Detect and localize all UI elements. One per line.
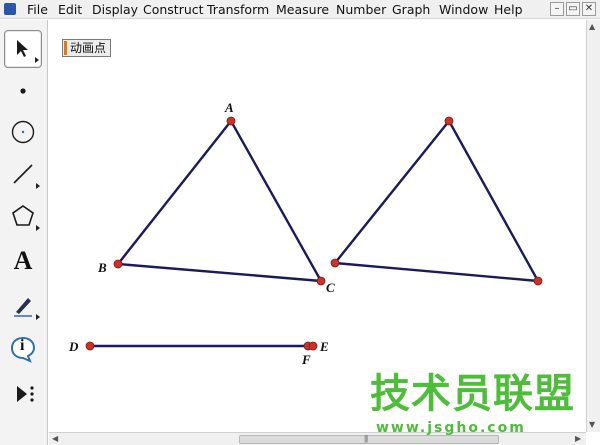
arrow-tool-icon [17, 40, 28, 57]
point-b[interactable] [113, 259, 123, 269]
minimize-button[interactable]: – [550, 2, 564, 16]
polygon-tool[interactable] [4, 197, 42, 235]
point-a[interactable] [226, 116, 236, 126]
close-button[interactable]: ✕ [582, 2, 596, 16]
watermark-url: www.jsgho.com [376, 420, 526, 436]
straightedge-tool-icon [13, 164, 33, 184]
point-tool[interactable] [4, 72, 42, 110]
point-e[interactable] [308, 341, 318, 351]
segment-ab[interactable] [117, 120, 232, 265]
polygon-tool-icon [12, 205, 34, 226]
compass-tool-icon [11, 120, 35, 144]
point-d[interactable] [85, 341, 95, 351]
straightedge-tool[interactable] [4, 155, 42, 193]
label-b[interactable]: B [98, 260, 107, 276]
vertical-scrollbar[interactable]: ▲ ▼ [586, 20, 600, 432]
marker-tool[interactable] [4, 286, 42, 324]
app-icon[interactable] [4, 3, 16, 15]
menu-measure[interactable]: Measure [276, 2, 329, 17]
arrow-tool[interactable] [4, 30, 42, 68]
marker-tool-icon [14, 298, 32, 317]
segment-copy-3[interactable] [334, 261, 539, 283]
point-c[interactable] [316, 276, 326, 286]
menu-graph[interactable]: Graph [392, 2, 430, 17]
segment-bc[interactable] [117, 262, 322, 283]
menu-construct[interactable]: Construct [143, 2, 204, 17]
custom-tool-icon [17, 386, 34, 402]
horizontal-scroll-thumb[interactable]: ||| [239, 434, 499, 444]
information-tool[interactable]: i [4, 330, 42, 368]
label-e[interactable]: E [320, 339, 329, 355]
label-a[interactable]: A [225, 100, 234, 116]
point-copy-right[interactable] [533, 276, 543, 286]
segment-ac[interactable] [229, 120, 323, 282]
menu-help[interactable]: Help [494, 2, 523, 17]
scroll-down-icon[interactable]: ▼ [589, 420, 595, 429]
label-f[interactable]: F [302, 352, 311, 368]
segment-copy-1[interactable] [334, 120, 450, 264]
scroll-right-icon[interactable]: ▶ [575, 434, 581, 443]
menu-number[interactable]: Number [336, 2, 386, 17]
menu-file[interactable]: File [27, 2, 48, 17]
text-tool-icon: A [13, 246, 33, 275]
menu-bar: File Edit Display Construct Transform Me… [0, 0, 600, 19]
scroll-left-icon[interactable]: ◀ [52, 434, 58, 443]
text-tool[interactable]: A [4, 242, 42, 280]
menu-display[interactable]: Display [92, 2, 138, 17]
point-tool-icon [20, 88, 26, 94]
watermark-logo-text: 技术员联盟 [370, 371, 575, 417]
label-c[interactable]: C [326, 280, 335, 296]
custom-tool[interactable] [4, 375, 42, 413]
menu-window[interactable]: Window [439, 2, 488, 17]
restore-button[interactable]: ▭ [566, 2, 580, 16]
menu-edit[interactable]: Edit [58, 2, 82, 17]
toolbox: A i [0, 20, 48, 445]
menu-transform[interactable]: Transform [207, 2, 269, 17]
label-d[interactable]: D [69, 339, 78, 355]
scroll-up-icon[interactable]: ▲ [589, 22, 595, 31]
point-copy-apex[interactable] [444, 116, 454, 126]
segment-copy-2[interactable] [447, 120, 540, 282]
triangle-copy[interactable] [334, 120, 540, 283]
point-copy-left[interactable] [330, 258, 340, 268]
triangle-abc[interactable] [117, 120, 323, 283]
compass-tool[interactable] [4, 113, 42, 151]
information-tool-glyph: i [20, 337, 25, 354]
